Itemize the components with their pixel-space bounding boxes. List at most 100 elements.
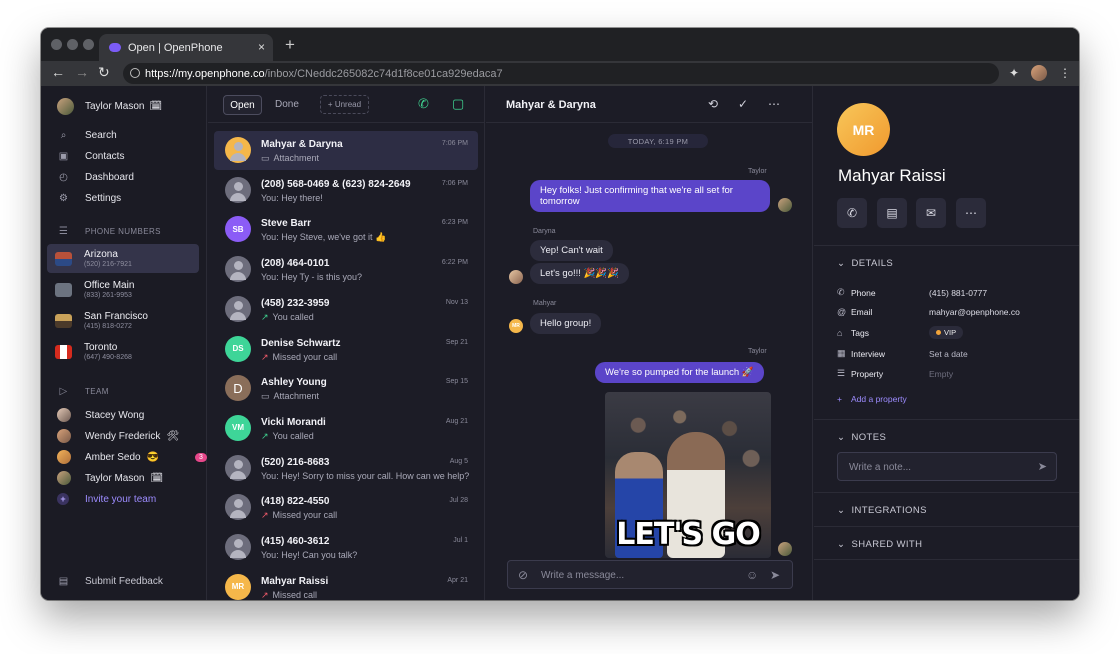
contact-placeholder-body	[230, 470, 246, 479]
detail-row-tags[interactable]: ⌂ Tags VIP	[837, 326, 964, 339]
conversation-avatar: D	[225, 375, 251, 402]
sidebar-item-search[interactable]: ⌕ Search	[57, 130, 117, 141]
conversation-item[interactable]: (415) 460-3612 You: Hey! Can you talk? Jul…	[214, 528, 478, 567]
extensions-icon[interactable]: ✦	[1009, 66, 1019, 80]
phone-number-arizona[interactable]: Arizona (520) 216-7921	[47, 244, 199, 273]
tag-icon: ⌂	[837, 327, 843, 338]
conversation-item[interactable]: (418) 822-4550 ↗ Missed your call Jul 28	[214, 488, 478, 527]
plus-icon: +	[837, 394, 842, 404]
message-icon: ▤	[886, 206, 898, 220]
team-member[interactable]: Amber Sedo 😎 3	[57, 450, 207, 464]
notes-header[interactable]: ⌄ NOTES	[837, 432, 886, 443]
team-member[interactable]: Taylor Mason 🗓	[57, 471, 163, 485]
team-member-name: Wendy Frederick	[85, 430, 161, 442]
snooze-icon[interactable]: ⟲	[708, 97, 718, 111]
more-actions-button[interactable]: ⋯	[956, 198, 986, 228]
filter-done-button[interactable]: Done	[275, 99, 299, 110]
new-tab-button[interactable]: +	[285, 35, 295, 55]
site-info-icon[interactable]	[130, 68, 140, 78]
conversation-item[interactable]: Mahyar & Daryna ▭ Attachment 7:06 PM	[214, 131, 478, 170]
phone-number-san-francisco[interactable]: San Francisco (415) 818-0272	[47, 306, 199, 335]
contact-placeholder-body	[230, 192, 246, 201]
send-note-icon[interactable]: ➤	[1038, 460, 1047, 473]
url-path: /inbox/CNeddc265082c74d1f8ce01ca929edaca…	[264, 67, 503, 80]
details-header[interactable]: ⌄ DETAILS	[837, 258, 893, 269]
attachment-icon[interactable]: ⊘	[518, 568, 528, 582]
browser-menu-icon[interactable]: ⋮	[1059, 66, 1071, 80]
note-input[interactable]: Write a note... ➤	[837, 452, 1057, 481]
send-icon[interactable]: ➤	[770, 568, 780, 582]
detail-row-property[interactable]: ☰ Property Empty	[837, 368, 953, 379]
chevron-down-icon: ⌄	[837, 505, 846, 516]
conversation-item[interactable]: DS Denise Schwartz ↗ Missed your call Sep 21	[214, 330, 478, 369]
message-button[interactable]: ▤	[877, 198, 907, 228]
tab-close-icon[interactable]: ×	[258, 40, 265, 54]
message-sender: Daryna	[533, 228, 556, 235]
conversation-item[interactable]: D Ashley Young ▭ Attachment Sep 15	[214, 369, 478, 408]
phone-number-office-main[interactable]: Office Main (833) 261-9953	[47, 275, 199, 304]
integrations-header[interactable]: ⌄ INTEGRATIONS	[837, 505, 927, 516]
new-message-icon[interactable]: ▢	[452, 96, 464, 112]
invite-team-link[interactable]: + Invite your team	[57, 493, 156, 505]
minimize-window-dot[interactable]	[67, 39, 78, 50]
add-property-button[interactable]: + Add a property	[837, 394, 907, 404]
forward-icon[interactable]: →	[75, 64, 89, 80]
message-input[interactable]: Write a message...	[541, 570, 624, 581]
address-bar[interactable]: https://my.openphone.co/inbox/CNeddc2650…	[123, 63, 999, 84]
conversation-preview: ▭ Attachment	[261, 391, 319, 402]
conversation-item[interactable]: (520) 216-8683 You: Hey! Sorry to miss yo…	[214, 449, 478, 488]
user-avatar	[57, 98, 74, 115]
chat-panel: Mahyar & Daryna ⟲ ✓ ⋯ TODAY, 6:19 PM Tay…	[486, 86, 813, 600]
message-bubble-outgoing[interactable]: Hey folks! Just confirming that we're al…	[530, 180, 770, 212]
new-call-icon[interactable]: ✆	[418, 96, 429, 112]
shared-with-header[interactable]: ⌄ SHARED WITH	[837, 539, 922, 550]
contact-panel: MR Mahyar Raissi ✆ ▤ ✉ ⋯ ⌄ DETAILS ✆ Phon…	[814, 86, 1079, 600]
call-button[interactable]: ✆	[837, 198, 867, 228]
conversation-item[interactable]: VM Vicki Morandi ↗ You called Aug 21	[214, 409, 478, 448]
detail-row-phone[interactable]: ✆ Phone (415) 881-0777	[837, 287, 987, 298]
emoji-icon[interactable]: ☺	[746, 568, 758, 582]
reload-icon[interactable]: ↻	[98, 64, 110, 81]
conversation-item[interactable]: (208) 464-0101 You: Hey Ty - is this you?…	[214, 250, 478, 289]
sidebar-item-settings[interactable]: ⚙ Settings	[57, 193, 121, 204]
back-icon[interactable]: ←	[51, 64, 65, 80]
conversation-avatar	[225, 137, 251, 163]
email-button[interactable]: ✉	[916, 198, 946, 228]
conversation-name: Vicki Morandi	[261, 416, 326, 428]
maximize-window-dot[interactable]	[83, 39, 94, 50]
conversation-item[interactable]: MR Mahyar Raissi ↗ Missed call Apr 21	[214, 568, 478, 600]
mark-done-icon[interactable]: ✓	[738, 97, 748, 111]
more-options-icon[interactable]: ⋯	[768, 97, 780, 111]
filter-unread-button[interactable]: + Unread	[320, 95, 369, 114]
submit-feedback-button[interactable]: ▤ Submit Feedback	[57, 576, 163, 587]
detail-row-interview[interactable]: ▦ Interview Set a date	[837, 348, 968, 359]
team-member[interactable]: Wendy Frederick 🛠	[57, 429, 179, 443]
canada-flag-icon	[55, 344, 72, 359]
detail-value: Set a date	[929, 348, 968, 359]
conversation-item[interactable]: (208) 568-0469 & (623) 824-2649 You: Hey …	[214, 171, 478, 210]
profile-avatar[interactable]	[1031, 65, 1047, 81]
preview-text: You: Hey! Can you talk?	[261, 550, 358, 560]
sidebar-item-label: Settings	[85, 193, 122, 204]
conversation-name: (520) 216-8683	[261, 456, 330, 468]
message-composer[interactable]: ⊘ Write a message... ☺ ➤	[507, 560, 793, 589]
phone-number-toronto[interactable]: Toronto (647) 490-8268	[47, 337, 199, 366]
tag-vip[interactable]: VIP	[929, 326, 964, 339]
sidebar-item-contacts[interactable]: ▣ Contacts	[57, 151, 125, 162]
conversation-item[interactable]: (458) 232-3959 ↗ You called Nov 13	[214, 290, 478, 329]
message-bubble-incoming[interactable]: Let's go!!! 🎉🎉🎉	[530, 263, 630, 284]
message-bubble-incoming[interactable]: Yep! Can't wait	[530, 240, 613, 261]
message-bubble-outgoing[interactable]: We're so pumped for the launch 🚀	[595, 362, 764, 383]
sidebar-user[interactable]: Taylor Mason 🗓	[57, 98, 162, 115]
detail-row-email[interactable]: @ Email mahyar@openphone.co	[837, 307, 1020, 317]
detail-value: (415) 881-0777	[929, 287, 988, 298]
message-bubble-incoming[interactable]: Hello group!	[530, 313, 602, 334]
team-member[interactable]: Stacey Wong	[57, 408, 144, 422]
gif-attachment[interactable]: LET'S GO	[605, 392, 771, 558]
filter-open-button[interactable]: Open	[223, 95, 262, 115]
sidebar-item-dashboard[interactable]: ◴ Dashboard	[57, 172, 134, 183]
message-sender: Taylor	[748, 168, 767, 175]
conversation-item[interactable]: SB Steve Barr You: Hey Steve, we've got it…	[214, 210, 478, 249]
browser-tab[interactable]: Open | OpenPhone ×	[99, 34, 273, 61]
close-window-dot[interactable]	[51, 39, 62, 50]
